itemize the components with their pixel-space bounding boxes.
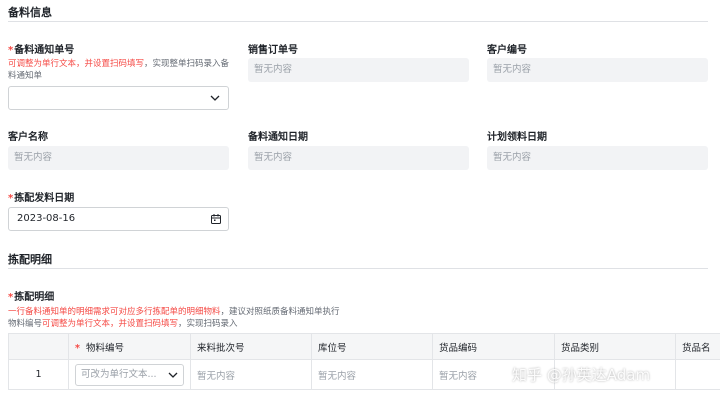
subtable-hint: 一行备料通知单的明细需求可对应多行拣配单的明细物料，建议对照纸质备料通知单执行 …: [8, 307, 340, 329]
required-mark: *: [8, 292, 14, 303]
customer-code-label: 客户编号: [487, 45, 527, 56]
notice-no-select[interactable]: [8, 86, 229, 110]
customer-code-field: 暂无内容: [487, 58, 708, 82]
col-batch-header: 来料批次号: [190, 333, 312, 360]
plan-date-field: 暂无内容: [487, 146, 708, 170]
section-divider: [8, 268, 708, 269]
subtable-label: *拣配明细: [8, 292, 55, 303]
pick-date-label: *拣配发料日期: [8, 193, 75, 204]
row-index: 1: [8, 359, 69, 390]
col-goods-code-header: 货品编码: [432, 333, 555, 360]
plan-date-label: 计划领料日期: [487, 132, 547, 143]
sales-order-field: 暂无内容: [248, 58, 469, 82]
customer-name-field: 暂无内容: [8, 146, 229, 170]
material-select[interactable]: 可改为单行文本...: [75, 363, 184, 386]
col-location-header: 库位号: [311, 333, 433, 360]
calendar-icon: [211, 214, 221, 224]
section-title-pick-detail: 拣配明细: [8, 253, 52, 266]
section-title-material-info: 备料信息: [8, 6, 52, 19]
notice-no-label: *备料通知单号: [8, 45, 75, 56]
location-cell: 暂无内容: [311, 359, 433, 390]
batch-cell: 暂无内容: [190, 359, 312, 390]
material-cell: 可改为单行文本...: [68, 359, 191, 390]
required-mark: *: [8, 193, 14, 204]
customer-name-label: 客户名称: [8, 132, 48, 143]
notice-date-field: 暂无内容: [248, 146, 469, 170]
table-header-row: * 物料编号 来料批次号 库位号 货品编码 货品类别 货品名: [8, 333, 720, 360]
sales-order-label: 销售订单号: [248, 45, 298, 56]
col-material-header: * 物料编号: [68, 333, 191, 360]
col-category-header: 货品类别: [554, 333, 676, 360]
notice-no-hint: 可调整为单行文本，并设置扫码填写，实现整单扫码录入备料通知单: [8, 59, 230, 81]
col-index-header: [8, 333, 69, 360]
pick-date-input[interactable]: 2023-08-16: [8, 207, 229, 231]
notice-date-label: 备料通知日期: [248, 132, 308, 143]
required-mark: *: [8, 45, 14, 56]
chevron-down-icon: [168, 372, 178, 378]
section-divider: [8, 21, 708, 22]
required-mark: *: [75, 342, 80, 354]
col-name-header: 货品名: [675, 333, 720, 360]
name-cell: [675, 359, 720, 390]
watermark: 知乎 @孙英达Adam: [512, 366, 651, 384]
chevron-down-icon: [210, 95, 220, 101]
